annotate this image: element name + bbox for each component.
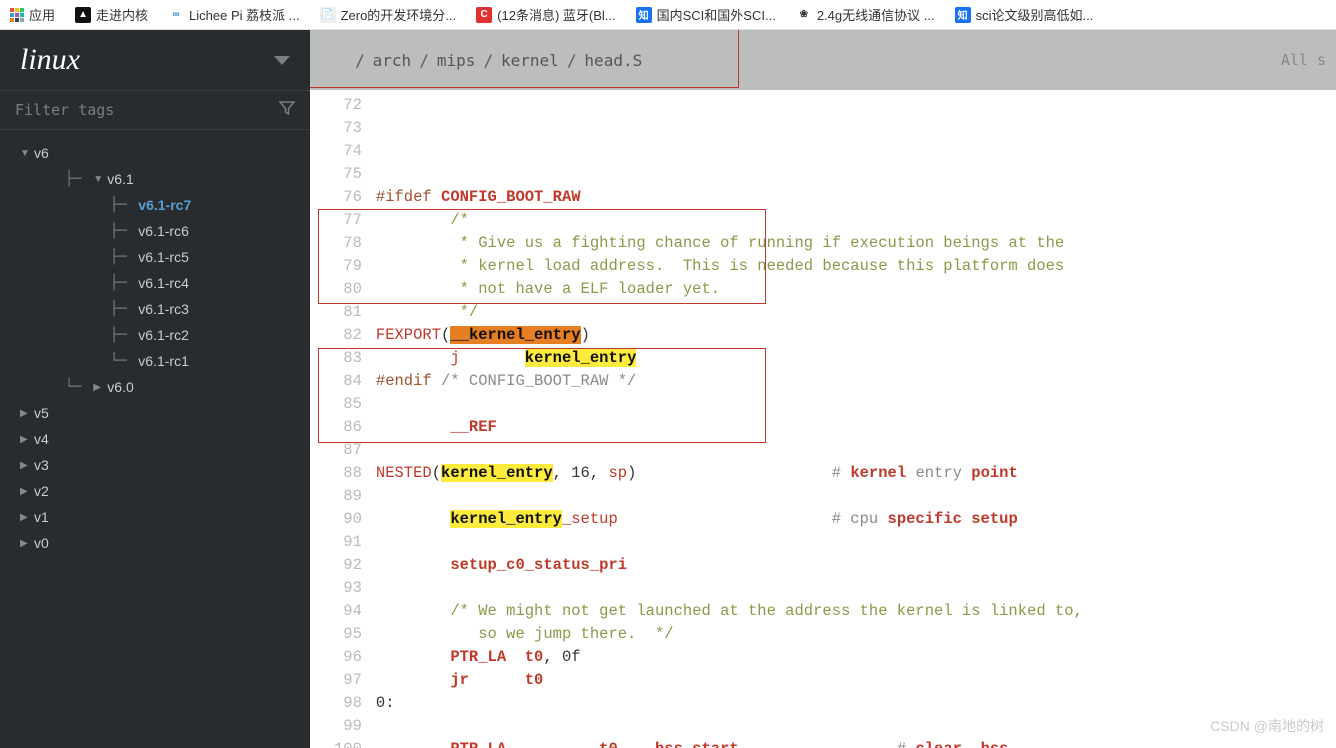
bookmark-item[interactable]: ∞ Lichee Pi 荔枝派 ... bbox=[168, 5, 300, 24]
tree-node[interactable]: ▶v3 bbox=[0, 452, 310, 478]
code-line[interactable]: NESTED(kernel_entry, 16, sp) # kernel en… bbox=[376, 462, 1083, 485]
bookmark-item[interactable]: ▲ 走进内核 bbox=[75, 5, 148, 24]
tree-node-v6[interactable]: ▼v6 bbox=[0, 140, 310, 166]
apps-icon bbox=[10, 8, 24, 22]
tree-leaf[interactable]: ├─ v6.1-rc3 bbox=[0, 296, 310, 322]
code-line[interactable]: * kernel load address. This is needed be… bbox=[376, 255, 1083, 278]
tree-node-v6-0[interactable]: └─ ▶v6.0 bbox=[0, 374, 310, 400]
tree-leaf[interactable]: ├─ v6.1-rc6 bbox=[0, 218, 310, 244]
code-line[interactable] bbox=[376, 485, 1083, 508]
content: / arch/mips/kernel/head.S All s 72 73 74… bbox=[310, 30, 1336, 748]
bookmark-label: Lichee Pi 荔枝派 ... bbox=[189, 5, 300, 24]
bookmark-label: sci论文级别高低如... bbox=[976, 5, 1094, 24]
filter-placeholder: Filter tags bbox=[15, 101, 114, 119]
code-area[interactable]: 72 73 74 75 76 77 78 79 80 81 82 83 84 8… bbox=[310, 90, 1336, 748]
favicon: ∞ bbox=[168, 7, 184, 23]
code-line[interactable]: kernel_entry_setup # cpu specific setup bbox=[376, 508, 1083, 531]
apps-button[interactable]: 应用 bbox=[10, 5, 55, 24]
watermark: CSDN @南地的树 bbox=[1210, 716, 1324, 736]
code-line[interactable]: setup_c0_status_pri bbox=[376, 554, 1083, 577]
code-line[interactable] bbox=[376, 531, 1083, 554]
bookmark-item[interactable]: ❀ 2.4g无线通信协议 ... bbox=[796, 5, 935, 24]
bookmark-label: 走进内核 bbox=[96, 5, 148, 24]
brand-label: linux bbox=[20, 43, 80, 77]
path-segment[interactable]: arch bbox=[373, 51, 412, 70]
favicon: ▲ bbox=[75, 7, 91, 23]
favicon: 知 bbox=[636, 7, 652, 23]
code-line[interactable]: #ifdef CONFIG_BOOT_RAW bbox=[376, 186, 1083, 209]
dropdown-icon[interactable] bbox=[274, 56, 290, 65]
bookmark-label: 国内SCI和国外SCI... bbox=[657, 5, 776, 24]
tree-node[interactable]: ▶v2 bbox=[0, 478, 310, 504]
apps-label: 应用 bbox=[29, 5, 55, 24]
path-segment[interactable]: kernel bbox=[501, 51, 559, 70]
breadcrumb: / arch/mips/kernel/head.S All s bbox=[310, 30, 1336, 90]
favicon: 📄 bbox=[320, 7, 336, 23]
code-line[interactable]: 0: bbox=[376, 692, 1083, 715]
sidebar: linux Filter tags ▼v6 ├─ ▼v6.1 ├─ v6.1-r… bbox=[0, 30, 310, 748]
bookmark-item[interactable]: 知 sci论文级别高低如... bbox=[955, 5, 1094, 24]
code-line[interactable]: FEXPORT(__kernel_entry) bbox=[376, 324, 1083, 347]
tree-node[interactable]: ▶v1 bbox=[0, 504, 310, 530]
path-segment[interactable]: mips bbox=[437, 51, 476, 70]
tag-tree: ▼v6 ├─ ▼v6.1 ├─ v6.1-rc7├─ v6.1-rc6├─ v6… bbox=[0, 130, 310, 748]
code-line[interactable]: __REF bbox=[376, 416, 1083, 439]
code-line[interactable]: * not have a ELF loader yet. bbox=[376, 278, 1083, 301]
tree-node[interactable]: ▶v4 bbox=[0, 426, 310, 452]
bookmark-item[interactable]: 📄 Zero的开发环境分... bbox=[320, 5, 457, 24]
path-root-slash: / bbox=[355, 51, 365, 70]
filter-tags[interactable]: Filter tags bbox=[0, 90, 310, 130]
code-line[interactable] bbox=[376, 715, 1083, 738]
code-line[interactable] bbox=[376, 439, 1083, 462]
bookmark-label: Zero的开发环境分... bbox=[341, 5, 457, 24]
bookmarks-bar: 应用 ▲ 走进内核 ∞ Lichee Pi 荔枝派 ... 📄 Zero的开发环境分...… bbox=[0, 0, 1336, 30]
tree-node[interactable]: ▶v5 bbox=[0, 400, 310, 426]
favicon: ❀ bbox=[796, 7, 812, 23]
tree-node[interactable]: ▶v0 bbox=[0, 530, 310, 556]
code-line[interactable]: so we jump there. */ bbox=[376, 623, 1083, 646]
code-line[interactable]: */ bbox=[376, 301, 1083, 324]
tree-node-v6-1[interactable]: ├─ ▼v6.1 bbox=[0, 166, 310, 192]
code-line[interactable]: /* bbox=[376, 209, 1083, 232]
code-line[interactable]: /* We might not get launched at the addr… bbox=[376, 600, 1083, 623]
code-body[interactable]: #ifdef CONFIG_BOOT_RAW /* * Give us a fi… bbox=[376, 90, 1083, 748]
main-layout: linux Filter tags ▼v6 ├─ ▼v6.1 ├─ v6.1-r… bbox=[0, 30, 1336, 748]
brand[interactable]: linux bbox=[0, 30, 310, 90]
bookmark-label: 2.4g无线通信协议 ... bbox=[817, 5, 935, 24]
code-line[interactable]: PTR_LA t0, 0f bbox=[376, 646, 1083, 669]
path-segment[interactable]: head.S bbox=[584, 51, 642, 70]
tree-leaf[interactable]: ├─ v6.1-rc2 bbox=[0, 322, 310, 348]
tree-leaf[interactable]: └─ v6.1-rc1 bbox=[0, 348, 310, 374]
right-label: All s bbox=[1281, 51, 1326, 69]
code-line[interactable]: * Give us a fighting chance of running i… bbox=[376, 232, 1083, 255]
bookmark-item[interactable]: 知国内SCI和国外SCI... bbox=[636, 5, 776, 24]
favicon: 知 bbox=[955, 7, 971, 23]
bookmark-item[interactable]: C (12条消息) 蓝牙(Bl... bbox=[476, 5, 615, 24]
line-gutter: 72 73 74 75 76 77 78 79 80 81 82 83 84 8… bbox=[310, 90, 376, 748]
bookmark-label: (12条消息) 蓝牙(Bl... bbox=[497, 5, 615, 24]
funnel-icon[interactable] bbox=[279, 100, 295, 120]
code-line[interactable]: j kernel_entry bbox=[376, 347, 1083, 370]
code-line[interactable] bbox=[376, 577, 1083, 600]
code-line[interactable]: #endif /* CONFIG_BOOT_RAW */ bbox=[376, 370, 1083, 393]
code-line[interactable]: jr t0 bbox=[376, 669, 1083, 692]
tree-leaf[interactable]: ├─ v6.1-rc7 bbox=[0, 192, 310, 218]
tree-leaf[interactable]: ├─ v6.1-rc4 bbox=[0, 270, 310, 296]
favicon: C bbox=[476, 7, 492, 23]
code-line[interactable]: PTR_LA t0, __bss_start # clear .bss bbox=[376, 738, 1083, 748]
code-line[interactable] bbox=[376, 393, 1083, 416]
tree-leaf[interactable]: ├─ v6.1-rc5 bbox=[0, 244, 310, 270]
